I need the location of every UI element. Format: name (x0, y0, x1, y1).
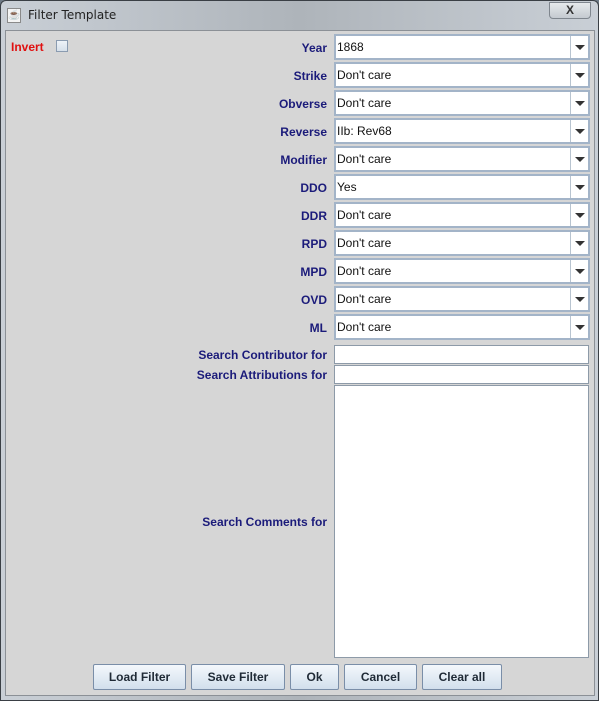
mpd-combo[interactable]: Don't care (334, 258, 590, 284)
strike-value: Don't care (337, 68, 392, 82)
search-comments-textarea[interactable] (334, 385, 589, 658)
clear-all-button[interactable]: Clear all (422, 664, 502, 690)
ddr-label: DDR (301, 209, 327, 223)
title-bar[interactable]: ☕ Filter Template X (1, 1, 598, 30)
mpd-value: Don't care (337, 264, 392, 278)
ddo-label: DDO (300, 181, 327, 195)
chevron-down-icon[interactable] (570, 176, 588, 198)
rpd-combo[interactable]: Don't care (334, 230, 590, 256)
cancel-button[interactable]: Cancel (344, 664, 417, 690)
rpd-label: RPD (301, 237, 327, 251)
mpd-label: MPD (300, 265, 327, 279)
obverse-value: Don't care (337, 96, 392, 110)
ml-value: Don't care (337, 320, 392, 334)
chevron-down-icon[interactable] (570, 288, 588, 310)
ovd-label: OVD (300, 293, 327, 307)
ddo-value: Yes (337, 180, 357, 194)
chevron-down-icon[interactable] (570, 260, 588, 282)
ml-label: ML (309, 321, 327, 335)
invert-label: Invert (11, 40, 44, 54)
obverse-combo[interactable]: Don't care (334, 90, 590, 116)
chevron-down-icon[interactable] (570, 204, 588, 226)
year-combo[interactable]: 1868 (334, 34, 590, 60)
year-label: Year (301, 41, 327, 55)
search-attributions-label: Search Attributions for (196, 368, 327, 382)
invert-checkbox[interactable] (56, 40, 68, 52)
search-contributor-label: Search Contributor for (198, 348, 327, 362)
modifier-label: Modifier (280, 153, 327, 167)
chevron-down-icon[interactable] (570, 36, 588, 58)
modifier-value: Don't care (337, 152, 392, 166)
reverse-value: IIb: Rev68 (337, 124, 392, 138)
chevron-down-icon[interactable] (570, 92, 588, 114)
year-value: 1868 (337, 40, 364, 54)
ovd-combo[interactable]: Don't care (334, 286, 590, 312)
search-attributions-input[interactable] (334, 365, 589, 384)
filter-panel: Invert Year 1868 Strike Don't care Obver… (5, 30, 595, 696)
chevron-down-icon[interactable] (570, 64, 588, 86)
close-button[interactable]: X (549, 2, 591, 19)
load-filter-button[interactable]: Load Filter (93, 664, 186, 690)
chevron-down-icon[interactable] (570, 316, 588, 338)
modifier-combo[interactable]: Don't care (334, 146, 590, 172)
ddr-value: Don't care (337, 208, 392, 222)
chevron-down-icon[interactable] (570, 232, 588, 254)
search-comments-label: Search Comments for (202, 515, 327, 529)
search-contributor-input[interactable] (334, 345, 589, 364)
ml-combo[interactable]: Don't care (334, 314, 590, 340)
ddr-combo[interactable]: Don't care (334, 202, 590, 228)
chevron-down-icon[interactable] (570, 148, 588, 170)
strike-combo[interactable]: Don't care (334, 62, 590, 88)
ok-button[interactable]: Ok (290, 664, 339, 690)
obverse-label: Obverse (278, 97, 327, 111)
window-title: Filter Template (28, 8, 117, 22)
chevron-down-icon[interactable] (570, 120, 588, 142)
java-app-icon: ☕ (7, 8, 21, 23)
reverse-label: Reverse (280, 125, 327, 139)
rpd-value: Don't care (337, 236, 392, 250)
reverse-combo[interactable]: IIb: Rev68 (334, 118, 590, 144)
filter-template-window: ☕ Filter Template X Invert Year 1868 Str… (0, 0, 599, 701)
ovd-value: Don't care (337, 292, 392, 306)
strike-label: Strike (293, 69, 327, 83)
ddo-combo[interactable]: Yes (334, 174, 590, 200)
save-filter-button[interactable]: Save Filter (191, 664, 285, 690)
